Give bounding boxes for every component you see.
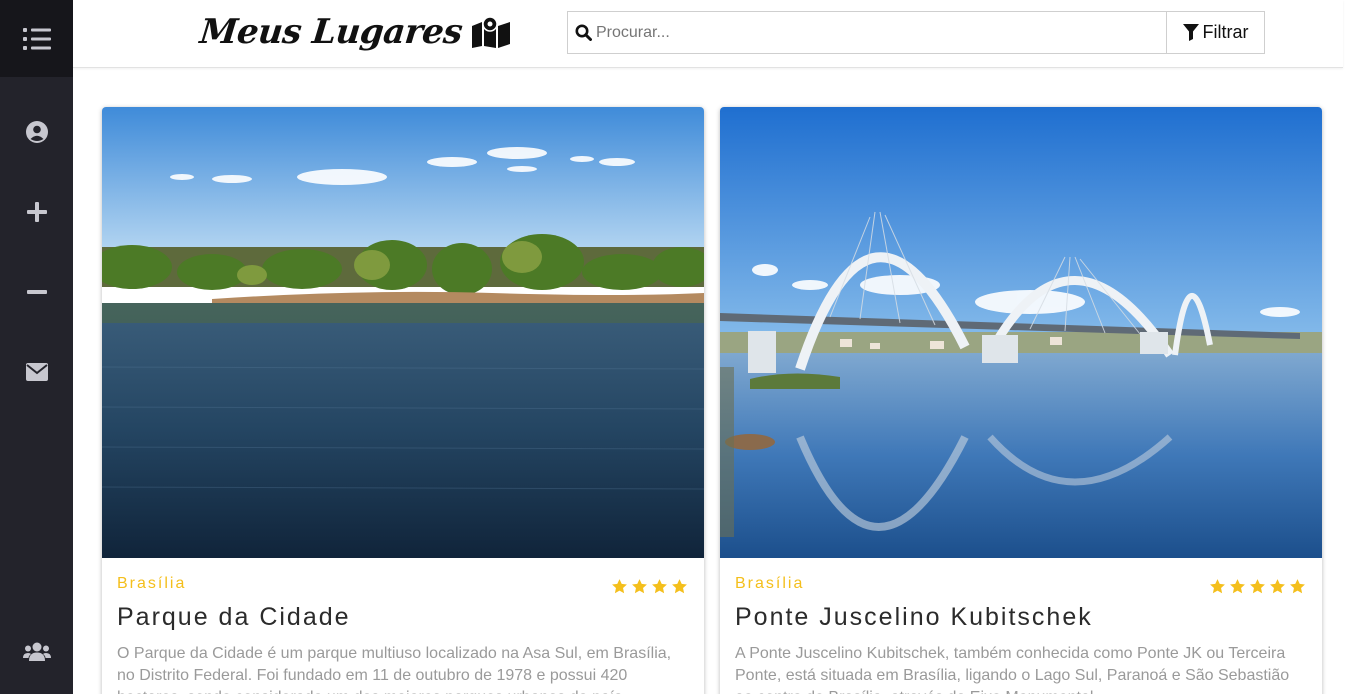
main-content: Meus Lugares Filtrar (73, 0, 1348, 694)
sidebar-item-messages[interactable] (0, 352, 73, 392)
filter-icon (1182, 24, 1199, 41)
filter-button[interactable]: Filtrar (1166, 11, 1265, 54)
user-circle-icon (25, 121, 48, 143)
menu-toggle-button[interactable] (0, 0, 73, 77)
map-icon (472, 16, 511, 48)
place-card[interactable]: Brasília Ponte Juscelino Kubitschek A Po… (720, 107, 1322, 694)
sidebar-item-add[interactable] (0, 192, 73, 232)
top-bar: Meus Lugares Filtrar (73, 0, 1343, 68)
sidebar-item-profile[interactable] (0, 112, 73, 152)
sidebar (0, 0, 73, 694)
search-input[interactable] (596, 12, 1156, 53)
star-icon (1250, 579, 1265, 594)
place-city: Brasília (735, 575, 805, 592)
star-icon (652, 579, 667, 594)
place-photo (720, 107, 1322, 558)
place-card[interactable]: Brasília Parque da Cidade O Parque da Ci… (102, 107, 704, 694)
search-icon[interactable] (570, 24, 596, 41)
star-icon (1210, 579, 1225, 594)
search-box (567, 11, 1167, 54)
star-icon (1230, 579, 1245, 594)
star-icon (1290, 579, 1305, 594)
sidebar-item-remove[interactable] (0, 272, 73, 312)
star-icon (1270, 579, 1285, 594)
envelope-icon (25, 363, 48, 381)
place-title: Parque da Cidade (117, 603, 351, 631)
rating-stars (1209, 578, 1306, 595)
star-icon (632, 579, 647, 594)
place-city: Brasília (117, 575, 187, 592)
sidebar-item-users[interactable] (0, 632, 73, 672)
place-title: Ponte Juscelino Kubitschek (735, 603, 1093, 631)
star-icon (612, 579, 627, 594)
users-icon (22, 642, 51, 661)
star-icon (672, 579, 687, 594)
list-icon (22, 27, 51, 50)
minus-icon (26, 290, 47, 294)
logo[interactable]: Meus Lugares (197, 12, 511, 52)
place-photo (102, 107, 704, 558)
filter-label: Filtrar (1202, 22, 1249, 42)
place-description: O Parque da Cidade é um parque multiuso … (117, 645, 672, 694)
place-description: A Ponte Juscelino Kubitschek, também con… (735, 645, 1290, 694)
logo-text: Meus Lugares (197, 12, 465, 52)
plus-icon (26, 202, 47, 222)
rating-stars (611, 578, 688, 595)
